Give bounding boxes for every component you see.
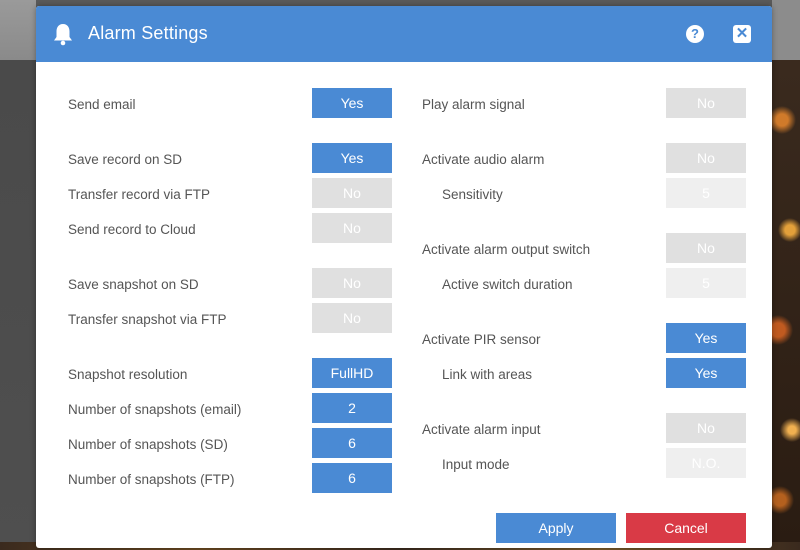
play-alarm-signal-toggle[interactable]: No xyxy=(666,88,746,118)
send-email-toggle[interactable]: Yes xyxy=(312,88,392,118)
snapshots-email-select[interactable]: 2 xyxy=(312,393,392,423)
activate-alarm-input-toggle[interactable]: No xyxy=(666,413,746,443)
snapshot-resolution-label: Snapshot resolution xyxy=(68,367,188,382)
apply-button[interactable]: Apply xyxy=(496,513,616,543)
cancel-button[interactable]: Cancel xyxy=(626,513,746,543)
activate-alarm-input-label: Activate alarm input xyxy=(422,422,541,437)
transfer-record-ftp-toggle[interactable]: No xyxy=(312,178,392,208)
link-with-areas-label: Link with areas xyxy=(442,367,533,382)
send-record-cloud-label: Send record to Cloud xyxy=(68,222,196,237)
save-snapshot-sd-toggle[interactable]: No xyxy=(312,268,392,298)
play-alarm-signal-label: Play alarm signal xyxy=(422,97,525,112)
save-record-sd-label: Save record on SD xyxy=(68,152,183,167)
activate-pir-toggle[interactable]: Yes xyxy=(666,323,746,353)
snapshots-ftp-label: Number of snapshots (FTP) xyxy=(68,472,235,487)
input-mode-select[interactable]: N.O. xyxy=(666,448,746,478)
background-right xyxy=(772,0,800,550)
activate-output-switch-label: Activate alarm output switch xyxy=(422,242,591,257)
save-snapshot-sd-label: Save snapshot on SD xyxy=(68,277,199,292)
send-email-label: Send email xyxy=(68,97,136,112)
bell-icon xyxy=(54,24,72,46)
dialog-titlebar: Alarm Settings ? ✕ xyxy=(36,6,772,62)
sensitivity-label: Sensitivity xyxy=(442,187,503,202)
snapshots-email-label: Number of snapshots (email) xyxy=(68,402,242,417)
dialog-title: Alarm Settings xyxy=(88,23,208,43)
activate-pir-label: Activate PIR sensor xyxy=(422,332,541,347)
activate-output-switch-toggle[interactable]: No xyxy=(666,233,746,263)
send-record-cloud-toggle[interactable]: No xyxy=(312,213,392,243)
transfer-snapshot-ftp-toggle[interactable]: No xyxy=(312,303,392,333)
active-switch-duration-label: Active switch duration xyxy=(442,277,573,292)
active-switch-duration-select[interactable]: 5 xyxy=(666,268,746,298)
background-left xyxy=(0,0,36,550)
alarm-settings-dialog: Alarm Settings ? ✕ Send email Save recor… xyxy=(36,6,772,548)
transfer-record-ftp-label: Transfer record via FTP xyxy=(68,187,211,202)
snapshots-sd-select[interactable]: 6 xyxy=(312,428,392,458)
transfer-snapshot-ftp-label: Transfer snapshot via FTP xyxy=(68,312,227,327)
snapshots-ftp-select[interactable]: 6 xyxy=(312,463,392,493)
activate-audio-alarm-toggle[interactable]: No xyxy=(666,143,746,173)
link-with-areas-toggle[interactable]: Yes xyxy=(666,358,746,388)
input-mode-label: Input mode xyxy=(442,457,510,472)
activate-audio-alarm-label: Activate audio alarm xyxy=(422,152,545,167)
save-record-sd-toggle[interactable]: Yes xyxy=(312,143,392,173)
snapshots-sd-label: Number of snapshots (SD) xyxy=(68,437,228,452)
snapshot-resolution-select[interactable]: FullHD xyxy=(312,358,392,388)
close-button[interactable]: ✕ xyxy=(733,25,751,43)
help-button[interactable]: ? xyxy=(686,25,704,43)
sensitivity-select[interactable]: 5 xyxy=(666,178,746,208)
